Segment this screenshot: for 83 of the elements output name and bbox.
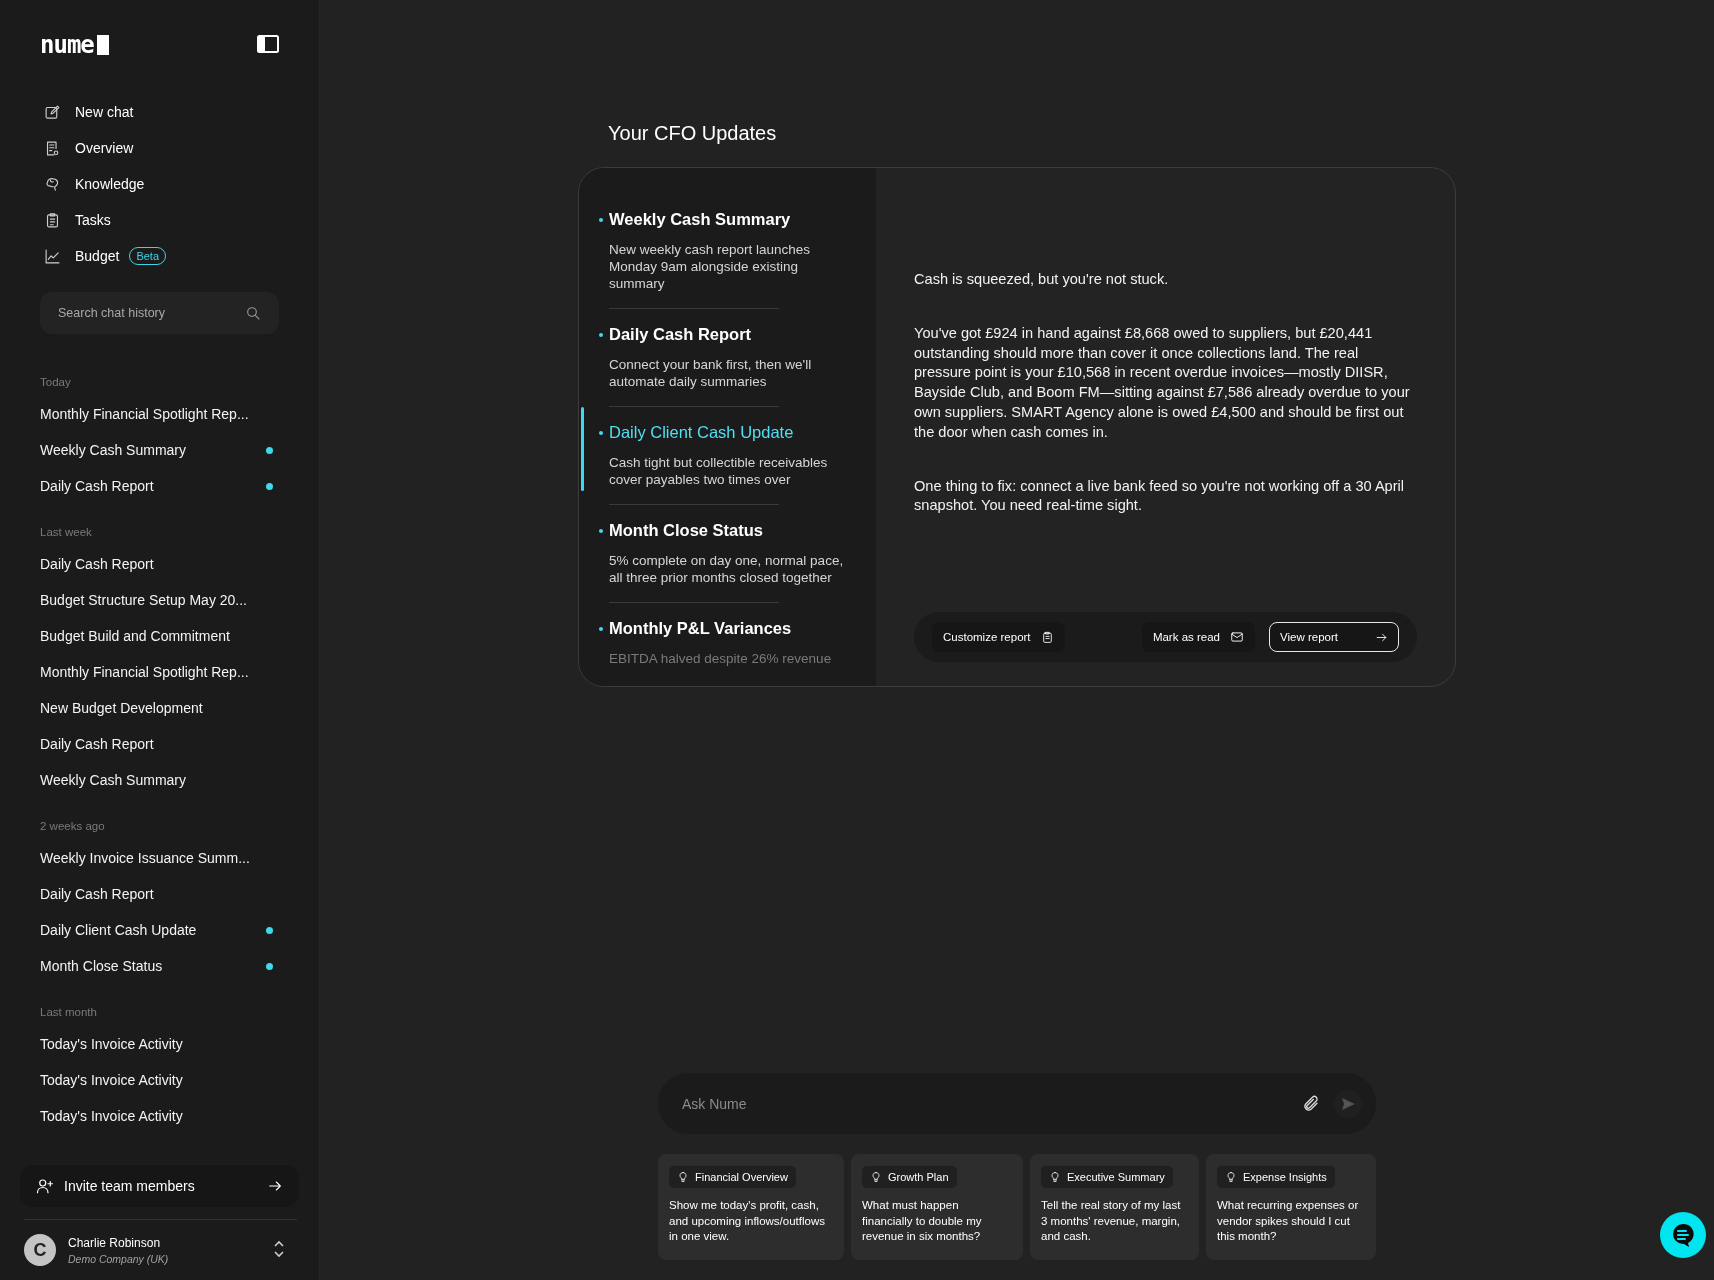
- chat-history-item[interactable]: Weekly Cash Summary: [20, 762, 299, 798]
- suggestion-card[interactable]: Expense Insights What recurring expenses or vendor spikes should I cut this month?: [1206, 1154, 1376, 1260]
- update-summary: New weekly cash report launches Monday 9am alongside existing summary: [609, 241, 812, 292]
- update-item[interactable]: Daily Cash Report Connect your bank first, then we'll automate daily summaries: [579, 309, 876, 407]
- report-paragraph: Cash is squeezed, but you're not stuck.: [914, 270, 1170, 289]
- update-summary: 5% complete on day one, normal pace, all three prior months closed together: [609, 552, 845, 586]
- chat-history-item[interactable]: Weekly Invoice Issuance Summ...: [20, 840, 299, 876]
- chat-history-item[interactable]: Budget Structure Setup May 20...: [20, 582, 299, 618]
- suggestion-tag: Expense Insights: [1217, 1166, 1335, 1188]
- chart-icon: [44, 247, 61, 265]
- nav-item[interactable]: Knowledge: [20, 166, 169, 202]
- arrow-right-icon: [267, 1178, 283, 1194]
- nav-item[interactable]: Overview: [20, 130, 158, 166]
- chat-history-item[interactable]: Monthly Financial Spotlight Rep...: [20, 396, 299, 432]
- chat-history-item[interactable]: Today's Invoice Activity: [20, 1026, 299, 1062]
- lightbulb-icon: [1049, 1171, 1061, 1183]
- suggestion-tag: Growth Plan: [862, 1166, 957, 1188]
- chat-history-item[interactable]: Monthly Financial Spotlight Rep...: [20, 654, 299, 690]
- sidebar-toggle-icon[interactable]: [257, 34, 279, 56]
- attach-icon[interactable]: [1302, 1094, 1320, 1113]
- brain-icon: [44, 175, 61, 193]
- update-title: Month Close Status: [609, 521, 763, 540]
- report-paragraph: One thing to fix: connect a live bank feed so you're not working off a 30 April snapshot. You need real-time sight.: [914, 476, 1406, 516]
- update-title: Daily Client Cash Update: [609, 423, 794, 442]
- suggestion-card[interactable]: Executive Summary Tell the real story of my last 3 months' revenue, margin, and cash.: [1030, 1154, 1199, 1260]
- nav-item[interactable]: Tasks: [20, 202, 135, 238]
- chat-history-item[interactable]: Today's Invoice Activity: [20, 1062, 299, 1098]
- document-icon: [44, 139, 61, 157]
- suggestion-card[interactable]: Growth Plan What must happen financially to double my revenue in six months?: [851, 1154, 1023, 1260]
- clipboard-icon: [44, 211, 61, 229]
- section-label: Today: [39, 376, 72, 388]
- clipboard-icon: [1040, 630, 1054, 644]
- section-label: 2 weeks ago: [39, 820, 106, 832]
- suggestion-tag: Executive Summary: [1041, 1166, 1173, 1188]
- chat-history-item[interactable]: Weekly Cash Summary: [20, 432, 299, 468]
- section-label: Last month: [39, 1006, 98, 1018]
- user-name: Charlie Robinson: [68, 1235, 162, 1250]
- envelope-icon: [1230, 630, 1244, 644]
- send-icon: [1340, 1095, 1356, 1112]
- report-action-button[interactable]: View report: [1269, 622, 1399, 652]
- avatar: C: [24, 1234, 56, 1266]
- chat-history-item[interactable]: New Budget Development: [20, 690, 299, 726]
- section-label: Last week: [39, 526, 93, 538]
- chat-history-item[interactable]: Budget Build and Commitment: [20, 618, 299, 654]
- chat-bubble-button[interactable]: [1660, 1212, 1706, 1258]
- chat-history-item[interactable]: Daily Cash Report: [20, 876, 299, 912]
- chat-input-bar[interactable]: Ask Nume: [658, 1073, 1376, 1134]
- update-item[interactable]: Month Close Status 5% complete on day one, normal pace, all three prior months closed together: [579, 505, 876, 603]
- chat-history-item[interactable]: Month Close Status: [20, 948, 299, 984]
- lightbulb-icon: [1225, 1171, 1237, 1183]
- search-icon: [245, 305, 261, 321]
- search-bar[interactable]: Search chat history: [40, 292, 279, 334]
- suggestion-card[interactable]: Financial Overview Show me today's profit, cash, and upcoming inflows/outflows in one view.: [658, 1154, 844, 1260]
- lightbulb-icon: [677, 1171, 689, 1183]
- chat-history-item[interactable]: Daily Client Cash Update: [20, 912, 299, 948]
- search-field[interactable]: Search chat history: [58, 292, 245, 334]
- update-title: Monthly P&L Variances: [609, 619, 792, 638]
- update-summary: Cash tight but collectible receivables cover payables two times over: [609, 454, 829, 488]
- page-title: Your CFO Updates: [608, 122, 778, 145]
- report-paragraph: You've got £924 in hand against £8,668 owed to suppliers, but £20,441 outstanding should more than cover it once collections land. The real pressure point is your £10,568 in recent overdue invoices—mostly DIISR, Bayside Club, and Boom FM—sitting against £7,586 already overdue to your own suppliers. SMART Agency alone is owed £4,500 and should be first out the door when cash comes in.: [914, 323, 1411, 442]
- nav-item[interactable]: New chat: [20, 94, 158, 130]
- suggestion-tag: Financial Overview: [669, 1166, 796, 1188]
- chat-history-item[interactable]: Daily Cash Report: [20, 546, 299, 582]
- chat-history-item[interactable]: Daily Cash Report: [20, 468, 299, 504]
- nav-item[interactable]: Budget Beta: [20, 238, 190, 274]
- chat-history-item[interactable]: Daily Cash Report: [20, 726, 299, 762]
- add-user-icon: [36, 1177, 54, 1195]
- company-name: Demo Company (UK): [68, 1252, 170, 1265]
- compose-icon: [44, 103, 61, 121]
- report-action-button[interactable]: Customize report: [932, 622, 1065, 652]
- lightbulb-icon: [870, 1171, 882, 1183]
- invite-button[interactable]: Invite team members: [20, 1165, 299, 1207]
- update-item[interactable]: Weekly Cash Summary New weekly cash report launches Monday 9am alongside existing summary: [579, 194, 876, 309]
- logo: nume: [40, 31, 109, 59]
- update-title: Weekly Cash Summary: [609, 210, 791, 229]
- update-summary: EBITDA halved despite 26% revenue: [609, 650, 833, 667]
- update-summary: Connect your bank first, then we'll automate daily summaries: [609, 356, 813, 390]
- ask-field[interactable]: Ask Nume: [682, 1073, 1288, 1134]
- report-action-button[interactable]: Mark as read: [1141, 622, 1255, 652]
- chat-history-item[interactable]: Today's Invoice Activity: [20, 1098, 299, 1134]
- update-item[interactable]: Monthly P&L Variances EBITDA halved despite 26% revenue: [579, 603, 876, 683]
- update-title: Daily Cash Report: [609, 325, 752, 344]
- update-item[interactable]: Daily Client Cash Update Cash tight but collectible receivables cover payables two times over: [579, 407, 876, 505]
